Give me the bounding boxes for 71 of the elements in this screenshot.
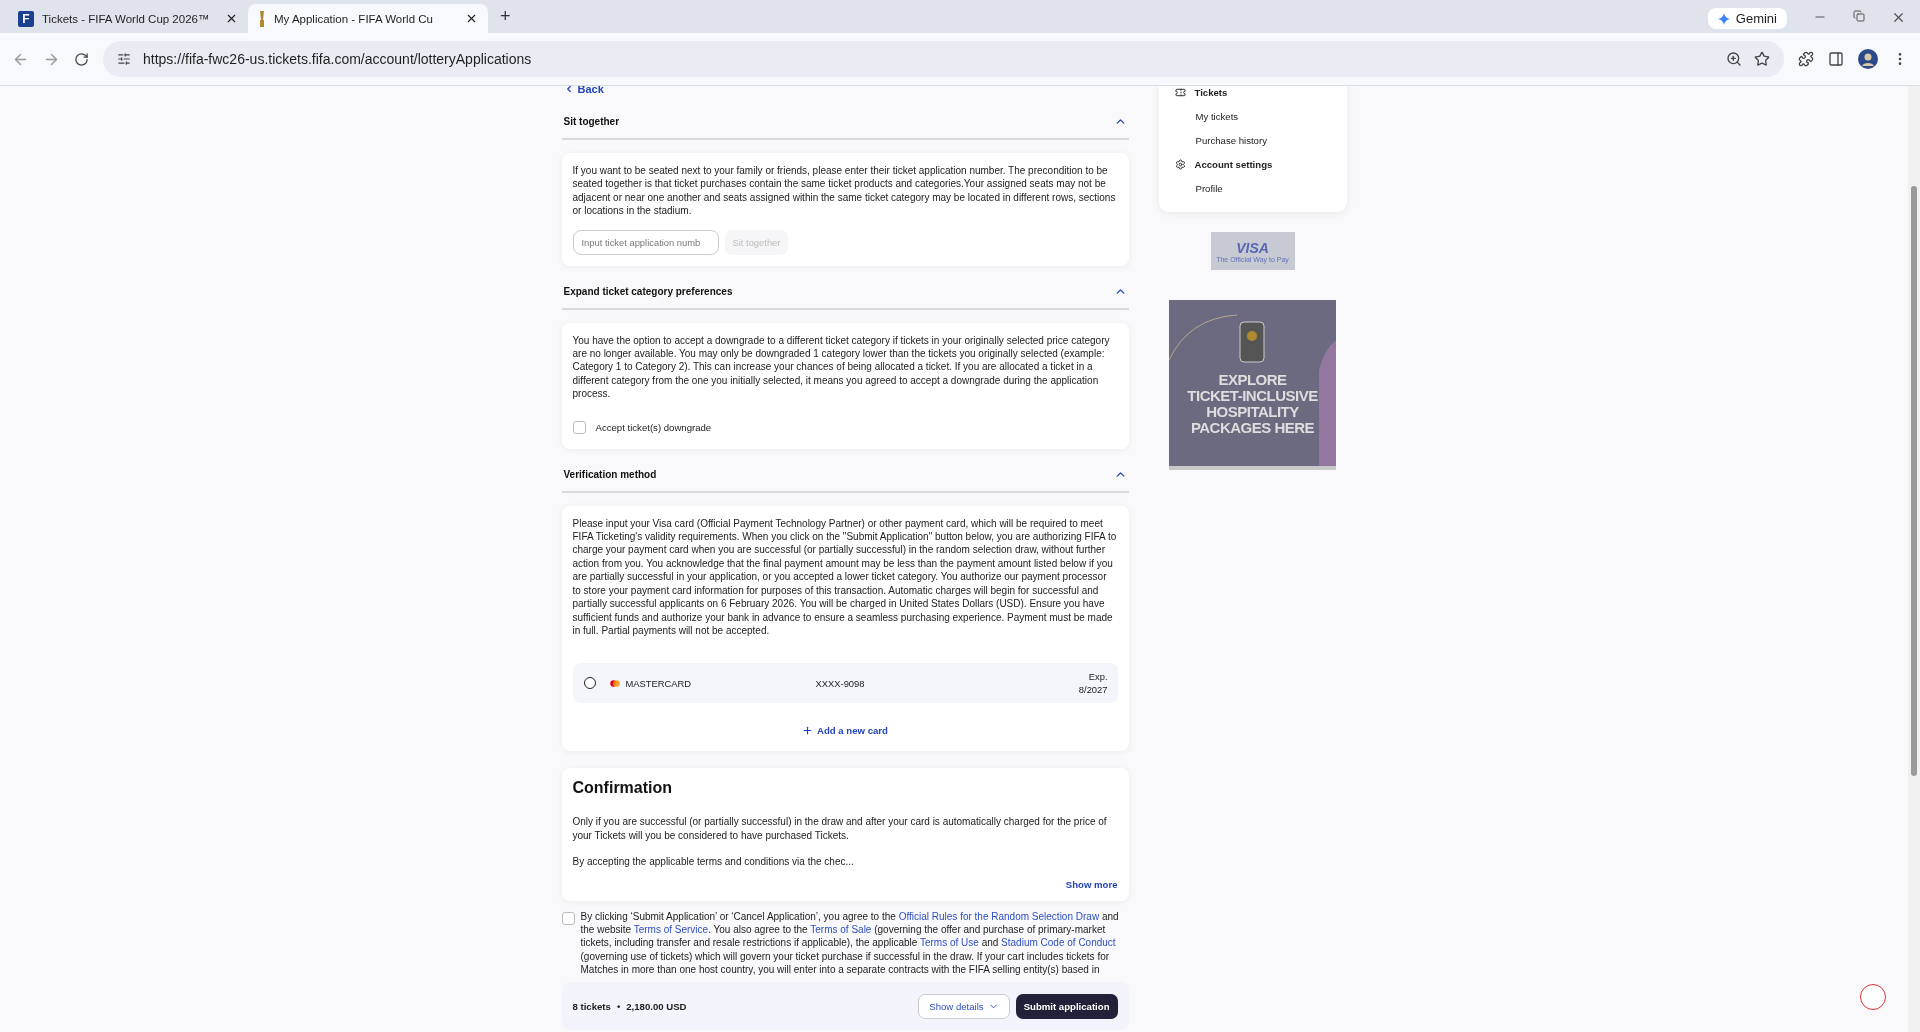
separator-dot: • [616, 1000, 621, 1012]
side-panel-icon[interactable] [1828, 51, 1844, 67]
card-brand: MASTERCARD [625, 677, 693, 689]
bookmark-icon[interactable] [1754, 51, 1770, 67]
plus-icon [802, 725, 814, 737]
url-text: https://fifa-fwc26-us.tickets.fifa.com/account/lotteryApplications [143, 51, 533, 67]
menu-item[interactable]: My tickets [1174, 104, 1347, 128]
payment-card-option[interactable]: MASTERCARD XXXX-9098 Exp. 8/2027 [572, 663, 1118, 704]
close-icon[interactable] [225, 12, 238, 25]
ticket-count: 8 tickets [572, 1000, 611, 1012]
gear-icon [1174, 158, 1186, 170]
tab-title: My Application - FIFA World Cu [274, 12, 434, 25]
terms-checkbox[interactable] [561, 911, 575, 925]
downgrade-description: You have the option to accept a downgrade to a different ticket category if tickets in your originally selected price category are no longer available. You may only be downgraded 1 category lower than the tickets you originally selected (example: Category 1 to Category 2). This can increase your chances of being allocated a ticket. If you are allocated a ticket in a different category from the one you initially selected, it means you agreed to accept a downgrade during the application process. [572, 333, 1111, 401]
menu-item[interactable]: Profile [1174, 176, 1347, 200]
menu-item[interactable]: Purchase history [1174, 128, 1347, 152]
menu-group[interactable]: Account settings [1174, 152, 1347, 176]
section-title: Sit together [563, 116, 620, 127]
confirmation-title: Confirmation [572, 779, 674, 798]
scroll-thumb[interactable] [1911, 186, 1917, 776]
show-more-link[interactable]: Show more [1065, 878, 1118, 890]
confirmation-text: By accepting the applicable terms and conditions via the chec... [572, 855, 855, 869]
sparkle-icon [1717, 12, 1730, 25]
site-favicon: F [18, 10, 34, 27]
browser-tab[interactable]: My Application - FIFA World Cu [248, 4, 488, 33]
banner-text: PACKAGES HERE [1190, 420, 1315, 436]
confirmation-text: Only if you are successful (or partially successful) in the draw and after your card is automatically charged for the price of your Tickets will you be considered to have purchased Tickets. [572, 815, 1108, 843]
radio-button[interactable] [583, 677, 596, 690]
section-title: Expand ticket category preferences [563, 285, 733, 297]
extensions-icon[interactable] [1798, 51, 1814, 67]
verification-description: Please input your Visa card (Official Payment Technology Partner) or other payment card, which will be required to meet FIFA Ticketing's validity requirements. When you click on the "Submit Application" button below, you are authorizing FIFA to charge your payment card when you are successful (or partially successful) in the random selection draw, without further action from you. You acknowledge that the final payment amount may be less than the payment amount listed below if you are partially successful in your application, or you accepted a lower ticket category. You authorize our payment processor to store your payment card information for purposes of this transaction. Automatic charges will begin for successful and partially successful applicants on 6 February 2026. You will be charged in United States Dollars (USD). Ensure you have sufficient funds and authorize your bank in advance to ensure a seamless purchasing experience. Payment must be made in full. Partial payments will not be accepted. [572, 516, 1118, 638]
new-tab-button[interactable]: + [488, 6, 523, 33]
total-price: 2,180.00 USD [626, 1000, 687, 1012]
terms-link[interactable]: Terms of Use [919, 937, 979, 949]
restore-icon[interactable] [1853, 10, 1865, 22]
checkbox-label: Accept ticket(s) downgrade [595, 421, 712, 433]
avatar-icon[interactable] [1858, 49, 1878, 69]
card-expiry: Exp. 8/2027 [1078, 670, 1108, 697]
add-card-link[interactable]: Add a new card [802, 725, 888, 737]
tab-title: Tickets - FIFA World Cup 2026™ [42, 12, 211, 25]
ticket-icon [1174, 86, 1186, 98]
downgrade-checkbox[interactable] [572, 420, 586, 434]
banner-text: HOSPITALITY [1206, 404, 1299, 420]
trophy-icon [258, 10, 266, 27]
zoom-icon[interactable] [1726, 51, 1742, 67]
terms-link[interactable]: Official Rules for the Random Selection Draw [898, 910, 1100, 922]
terms-link[interactable]: Terms of Sale [810, 923, 872, 935]
back-link[interactable]: Back [563, 86, 1129, 96]
hospitality-banner[interactable]: EXPLORE TICKET-INCLUSIVE HOSPITALITY PACKAGES HERE [1169, 300, 1336, 470]
ticket-application-field[interactable]: Input ticket application numb [572, 229, 719, 255]
sit-together-description: If you want to be seated next to your family or friends, please enter their ticket application number. The precondition to be seated together is that ticket purchases contain the same ticket products and categories.Your assigned seats may not be adjacent or near one another and seats assigned within the same ticket category may be located in different rows, sections or locations in the stadium. [572, 164, 1117, 218]
address-bar[interactable]: https://fifa-fwc26-us.tickets.fifa.com/account/lotteryApplications [103, 41, 1784, 77]
close-icon[interactable] [465, 12, 478, 25]
assistant-button[interactable]: Gemini [1707, 8, 1787, 29]
section-header[interactable]: Verification method [561, 458, 1129, 493]
terms-link[interactable]: Stadium Code of Conduct [1001, 937, 1116, 949]
reload-icon[interactable] [74, 51, 89, 67]
card-number: XXXX-9098 [815, 677, 866, 689]
site-info-icon[interactable] [117, 52, 131, 66]
submit-application-button[interactable]: Submit application [1015, 993, 1118, 1019]
browser-tab[interactable]: F Tickets - FIFA World Cup 2026™ [8, 4, 248, 33]
section-header[interactable]: Expand ticket category preferences [561, 275, 1129, 310]
card-brand-icon [609, 679, 620, 687]
section-title: Verification method [563, 468, 657, 480]
section-header[interactable]: Sit together [561, 106, 1129, 140]
banner-text: TICKET-INCLUSIVE [1187, 388, 1318, 404]
menu-group[interactable]: Tickets [1174, 86, 1347, 104]
banner-text: EXPLORE [1218, 372, 1287, 388]
sponsor-name: VISA [1236, 239, 1269, 256]
show-details-button[interactable]: Show details [918, 993, 1010, 1019]
terms-agreement-text: By clicking ‘Submit Application’ or ‘Cancel Application’, you agree to the Official Rules for the Random Selection Draw and the website Terms of Service. You also agree to the Terms of Sale (governing the offer and purchase of primary-market tickets, including transfer and resale restrictions if applicable), the applicable Terms of Use and Stadium Code of Conduct (governing use of tickets) which will govern your ticket purchase if successful in the draw. If your cart includes tickets for Matches in more than one host country, you will enter into a separate contracts with the FIFA selling entity(s) based in [580, 909, 1120, 977]
